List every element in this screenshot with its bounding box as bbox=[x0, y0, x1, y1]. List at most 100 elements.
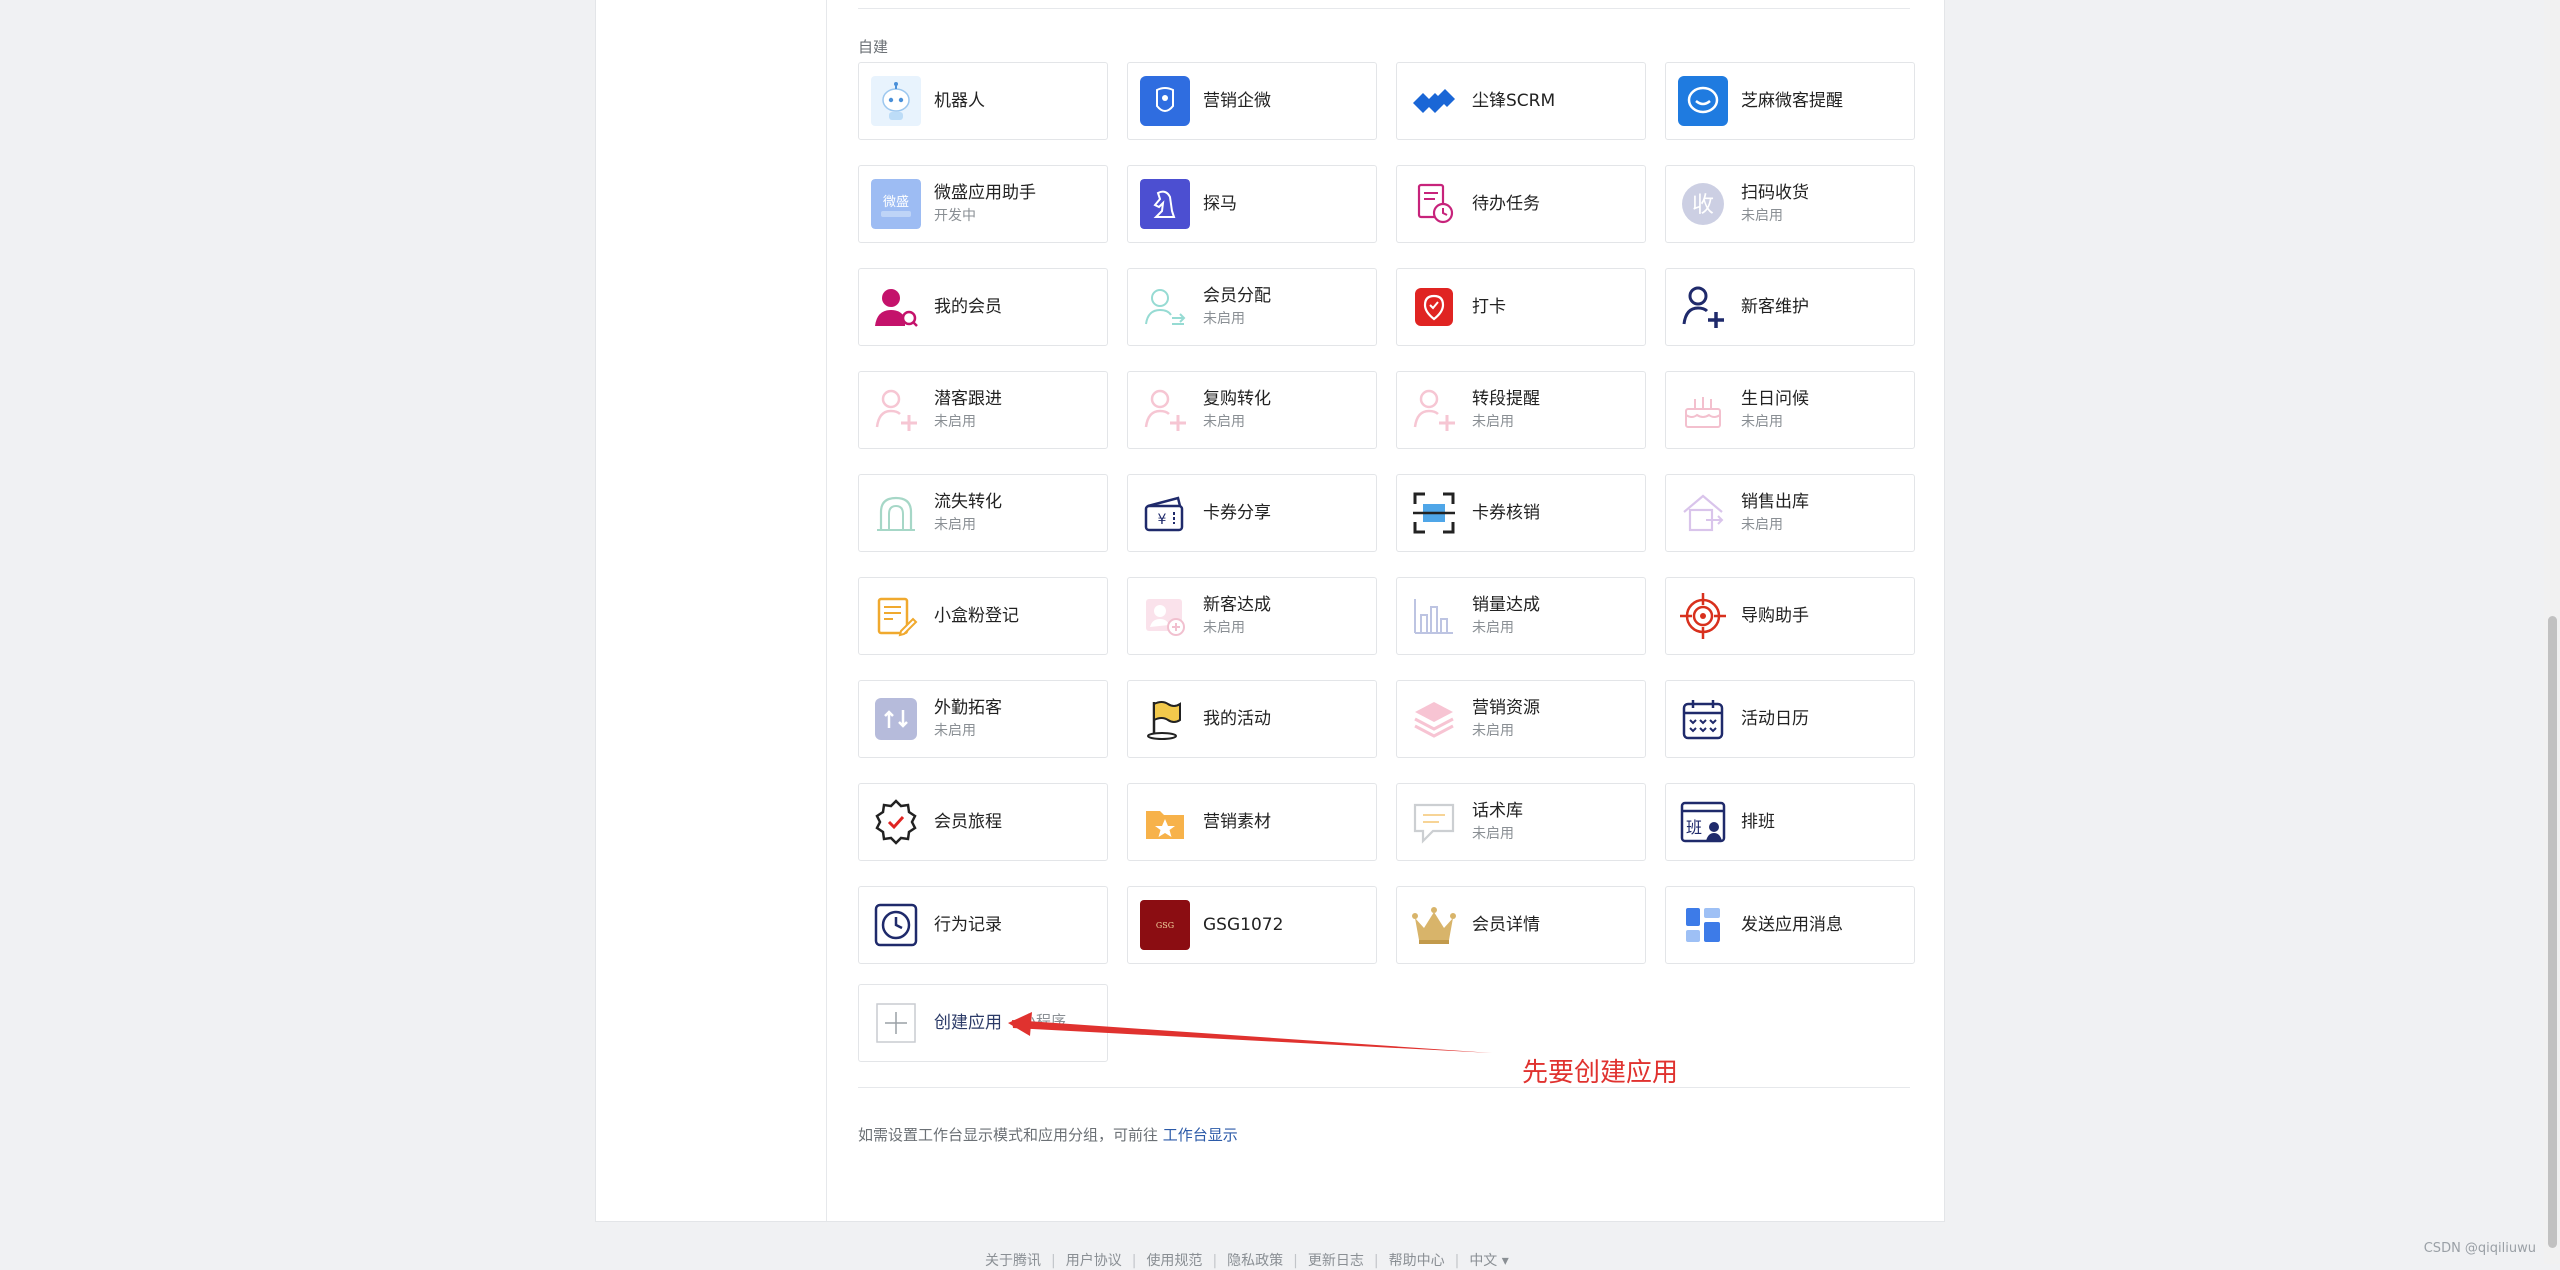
footer-separator: | bbox=[1131, 1253, 1137, 1269]
house-export-icon bbox=[1678, 488, 1728, 538]
app-card[interactable]: 打卡 bbox=[1396, 268, 1646, 346]
app-name: 外勤拓客 bbox=[934, 698, 1002, 718]
footer-link[interactable]: 隐私政策 bbox=[1227, 1253, 1283, 1269]
marketing-wecom-icon bbox=[1140, 76, 1190, 126]
chenfeng-logo-icon bbox=[1409, 76, 1459, 126]
footer-link[interactable]: 帮助中心 bbox=[1389, 1253, 1445, 1269]
app-card[interactable]: 班 排班 bbox=[1665, 783, 1915, 861]
dashboard-icon bbox=[1678, 900, 1728, 950]
app-card[interactable]: 销售出库 未启用 bbox=[1665, 474, 1915, 552]
app-name: 生日问候 bbox=[1741, 389, 1809, 409]
app-card[interactable]: 尘锋SCRM bbox=[1396, 62, 1646, 140]
app-name: 待办任务 bbox=[1472, 194, 1540, 214]
footer-separator: | bbox=[1293, 1253, 1298, 1269]
app-status: 未启用 bbox=[1472, 826, 1514, 842]
app-card[interactable]: 生日问候 未启用 bbox=[1665, 371, 1915, 449]
scrollbar[interactable] bbox=[2544, 0, 2560, 1264]
schedule-icon: 班 bbox=[1678, 797, 1728, 847]
app-card[interactable]: 新客达成 未启用 bbox=[1127, 577, 1377, 655]
footer-link[interactable]: 更新日志 bbox=[1308, 1253, 1364, 1269]
app-card[interactable]: 活动日历 bbox=[1665, 680, 1915, 758]
user-add-icon bbox=[871, 385, 921, 435]
plus-icon bbox=[871, 998, 921, 1048]
app-card[interactable]: 我的活动 bbox=[1127, 680, 1377, 758]
app-name: 小盒粉登记 bbox=[934, 606, 1019, 626]
flag-icon bbox=[1140, 694, 1190, 744]
app-status: 未启用 bbox=[1472, 723, 1514, 739]
app-card[interactable]: 营销资源 未启用 bbox=[1396, 680, 1646, 758]
svg-text:¥: ¥ bbox=[1158, 512, 1167, 528]
task-clock-icon bbox=[1409, 179, 1459, 229]
app-name: 流失转化 bbox=[934, 492, 1002, 512]
app-card[interactable]: 新客维护 bbox=[1665, 268, 1915, 346]
create-app-button[interactable]: 创建应用 bbox=[858, 984, 1108, 1062]
create-app-label: 创建应用 bbox=[934, 1013, 1002, 1033]
app-card[interactable]: 转段提醒 未启用 bbox=[1396, 371, 1646, 449]
footer-link[interactable]: 关于腾讯 bbox=[985, 1253, 1041, 1269]
app-card[interactable]: 微盛 微盛应用助手 开发中 bbox=[858, 165, 1108, 243]
app-grid: 机器人 营销企微 尘锋SCRM 芝麻微客提醒微盛 微盛应用助手 开发中 探马 待办任务 收 扫码收… bbox=[858, 62, 1915, 964]
app-card[interactable]: 发送应用消息 bbox=[1665, 886, 1915, 964]
app-card[interactable]: ¥ 卡券分享 bbox=[1127, 474, 1377, 552]
app-card[interactable]: 销量达成 未启用 bbox=[1396, 577, 1646, 655]
footer-link[interactable]: 用户协议 bbox=[1066, 1253, 1122, 1269]
app-card[interactable]: 芝麻微客提醒 bbox=[1665, 62, 1915, 140]
app-card[interactable]: 会员分配 未启用 bbox=[1127, 268, 1377, 346]
app-name: 潜客跟进 bbox=[934, 389, 1002, 409]
app-name: 营销企微 bbox=[1203, 91, 1271, 111]
app-name: 销量达成 bbox=[1472, 595, 1540, 615]
app-name: 扫码收货 bbox=[1741, 183, 1809, 203]
app-card[interactable]: 导购助手 bbox=[1665, 577, 1915, 655]
app-card[interactable]: 行为记录 bbox=[858, 886, 1108, 964]
app-name: 话术库 bbox=[1472, 801, 1523, 821]
workbench-display-link[interactable]: 工作台显示 bbox=[1163, 1126, 1238, 1144]
app-name: 我的会员 bbox=[934, 297, 1002, 317]
app-card[interactable]: 机器人 bbox=[858, 62, 1108, 140]
footer-separator: | bbox=[1454, 1253, 1460, 1269]
speech-icon bbox=[1409, 797, 1459, 847]
annotation-text: 先要创建应用 bbox=[1522, 1058, 1679, 1088]
app-card[interactable]: 会员旅程 bbox=[858, 783, 1108, 861]
app-name: 尘锋SCRM bbox=[1472, 91, 1556, 111]
divider bbox=[858, 8, 1910, 9]
app-card[interactable]: 外勤拓客 未启用 bbox=[858, 680, 1108, 758]
app-name: 排班 bbox=[1741, 812, 1775, 832]
scan-frame-icon bbox=[1409, 488, 1459, 538]
gsg-logo-icon: GSG bbox=[1140, 900, 1190, 950]
footer-link[interactable]: 中文 ▾ bbox=[1469, 1253, 1508, 1269]
app-name: 导购助手 bbox=[1741, 606, 1809, 626]
app-card[interactable]: 待办任务 bbox=[1396, 165, 1646, 243]
app-status: 未启用 bbox=[1741, 414, 1783, 430]
svg-text:班: 班 bbox=[1686, 818, 1702, 837]
member-search-icon bbox=[871, 282, 921, 332]
app-name: 会员分配 bbox=[1203, 286, 1271, 306]
app-card[interactable]: 潜客跟进 未启用 bbox=[858, 371, 1108, 449]
note-edit-icon bbox=[871, 591, 921, 641]
app-name: 会员旅程 bbox=[934, 812, 1002, 832]
footer-links: 关于腾讯 | 用户协议 | 使用规范 | 隐私政策 | 更新日志 | 帮助中心 | 中文 ▾ bbox=[985, 1250, 1509, 1270]
app-card[interactable]: 收 扫码收货 未启用 bbox=[1665, 165, 1915, 243]
create-app-row: 创建应用 小程序 bbox=[858, 984, 1108, 1062]
app-card[interactable]: 复购转化 未启用 bbox=[1127, 371, 1377, 449]
app-card[interactable]: 营销企微 bbox=[1127, 62, 1377, 140]
chat-bubble-icon bbox=[1678, 76, 1728, 126]
app-card[interactable]: 我的会员 bbox=[858, 268, 1108, 346]
app-card[interactable]: 营销素材 bbox=[1127, 783, 1377, 861]
app-card[interactable]: 流失转化 未启用 bbox=[858, 474, 1108, 552]
app-card[interactable]: 小盒粉登记 bbox=[858, 577, 1108, 655]
badge-check-icon bbox=[871, 797, 921, 847]
app-card[interactable]: 探马 bbox=[1127, 165, 1377, 243]
up-down-arrows-icon bbox=[871, 694, 921, 744]
footer-link[interactable]: 使用规范 bbox=[1146, 1253, 1202, 1269]
app-card[interactable]: 话术库 未启用 bbox=[1396, 783, 1646, 861]
app-name: 探马 bbox=[1203, 194, 1237, 214]
app-name: 卡券核销 bbox=[1472, 503, 1540, 523]
footer-separator: | bbox=[1212, 1253, 1218, 1269]
app-name: 营销资源 bbox=[1472, 698, 1540, 718]
divider bbox=[858, 1087, 1910, 1088]
scrollbar-thumb[interactable] bbox=[2548, 616, 2557, 1248]
app-name: 微盛应用助手 bbox=[934, 183, 1036, 203]
app-card[interactable]: 卡券核销 bbox=[1396, 474, 1646, 552]
app-card[interactable]: GSG GSG1072 bbox=[1127, 886, 1377, 964]
app-card[interactable]: 会员详情 bbox=[1396, 886, 1646, 964]
